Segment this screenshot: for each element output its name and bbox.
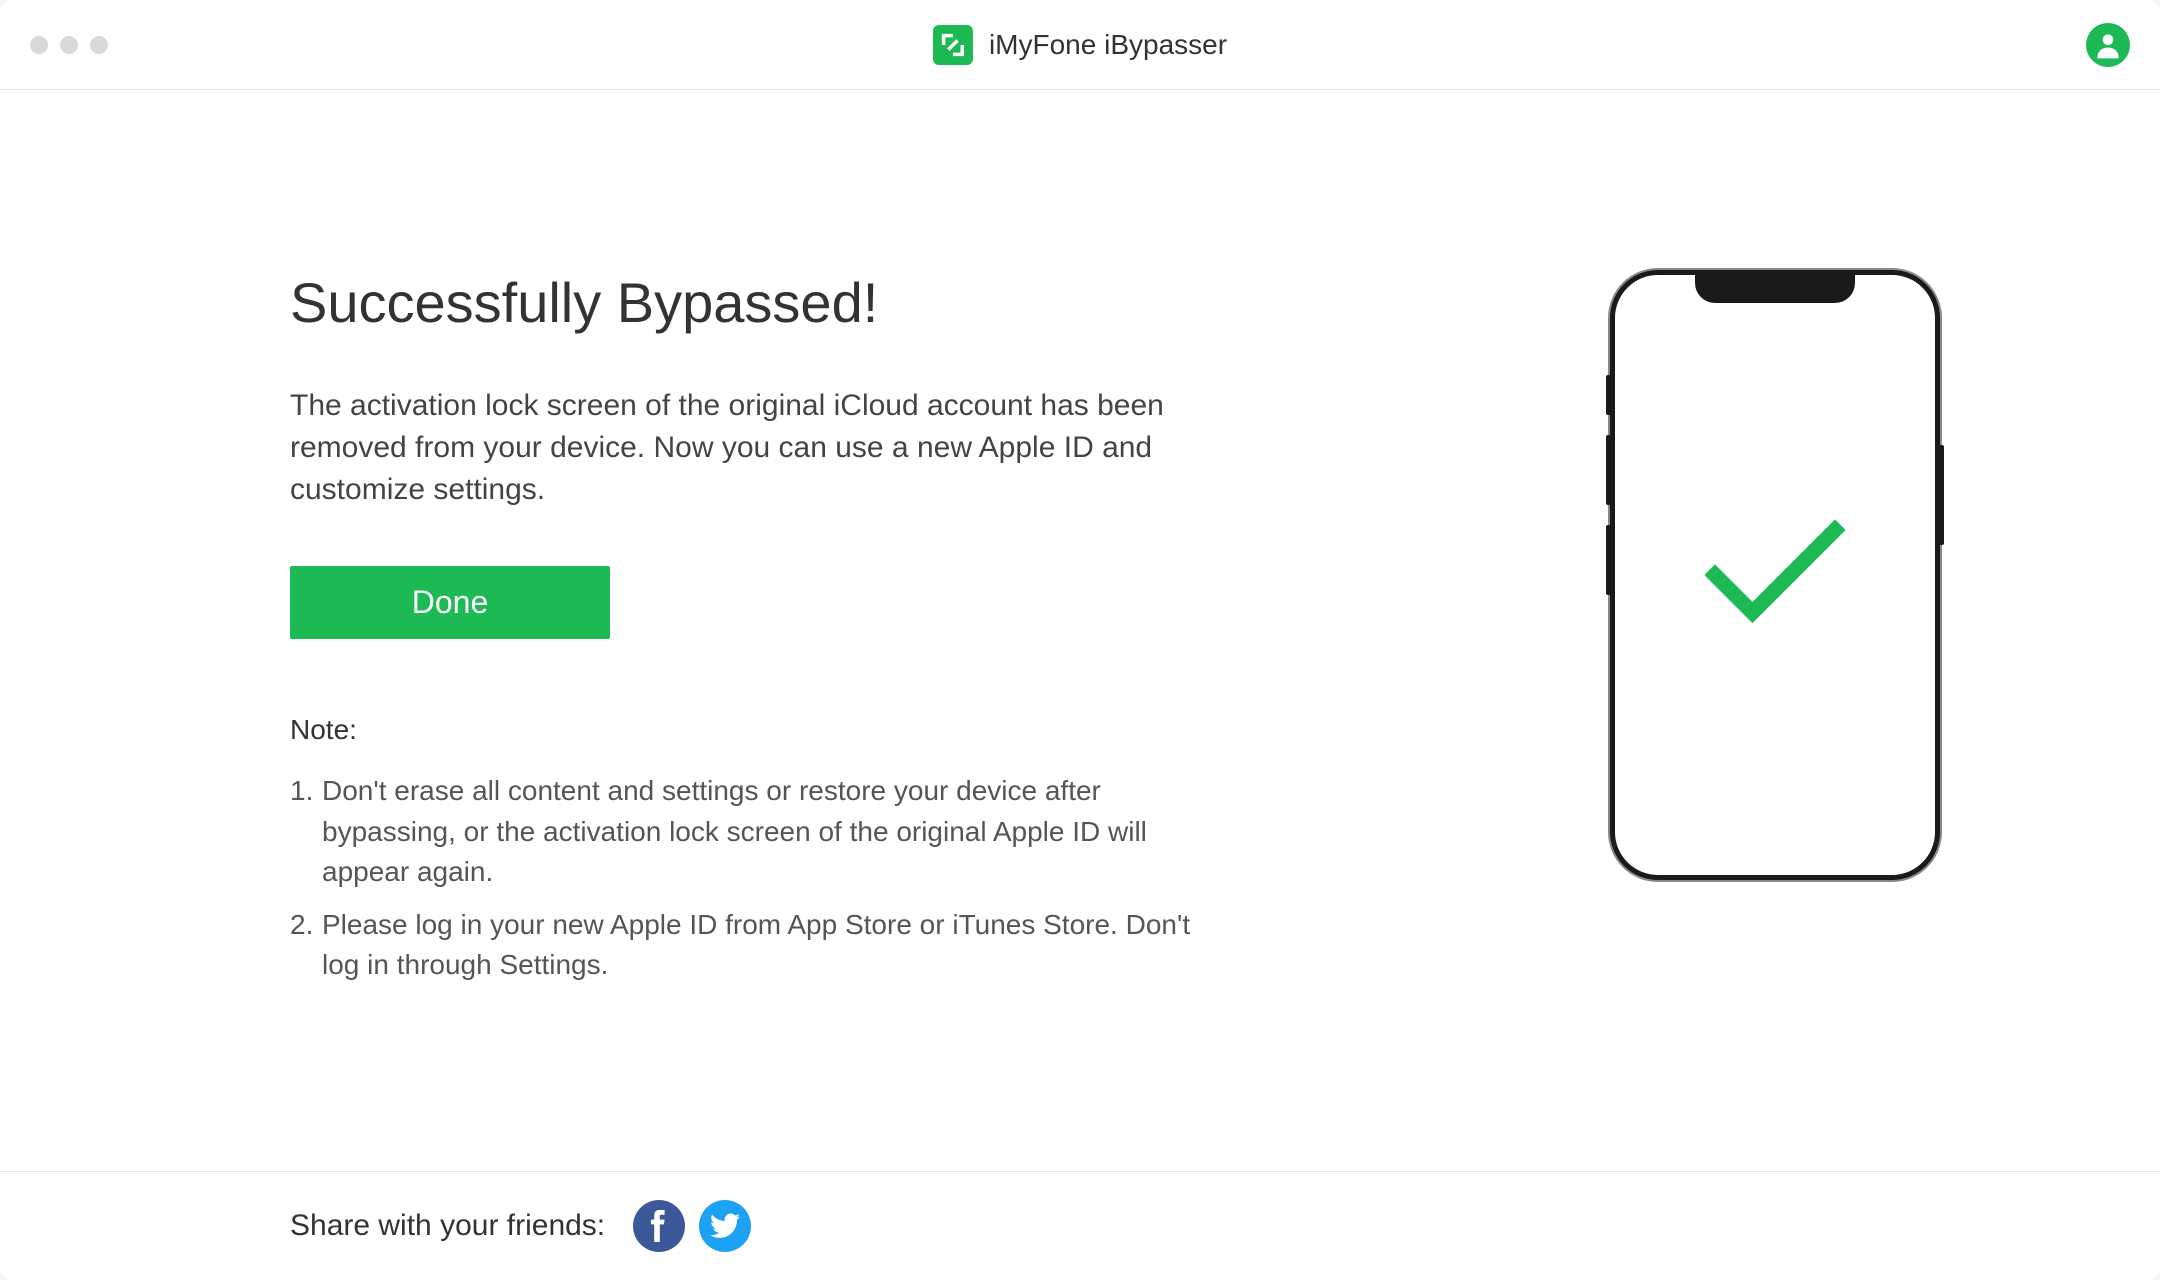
twitter-share-button[interactable]: [699, 1200, 751, 1252]
note-label: Note:: [290, 714, 1290, 746]
share-icons: [633, 1200, 751, 1252]
app-title: iMyFone iBypasser: [989, 29, 1227, 61]
left-section: Successfully Bypassed! The activation lo…: [290, 270, 1290, 1171]
phone-screen: [1615, 275, 1935, 875]
window-controls: [30, 36, 108, 54]
app-window: iMyFone iBypasser Successfully Bypassed!…: [0, 0, 2160, 1280]
app-logo-icon: [933, 25, 973, 65]
page-heading: Successfully Bypassed!: [290, 270, 1290, 335]
phone-side-button: [1606, 435, 1611, 505]
checkmark-icon: [1695, 515, 1855, 635]
share-label: Share with your friends:: [290, 1209, 605, 1243]
twitter-icon: [710, 1213, 740, 1239]
footer: Share with your friends:: [0, 1171, 2160, 1280]
close-window-button[interactable]: [30, 36, 48, 54]
phone-side-button: [1939, 445, 1944, 545]
phone-side-button: [1606, 375, 1611, 415]
note-item: Don't erase all content and settings or …: [290, 771, 1210, 893]
phone-mockup: [1610, 270, 1940, 880]
profile-button[interactable]: [2086, 23, 2130, 67]
minimize-window-button[interactable]: [60, 36, 78, 54]
phone-illustration: [1610, 270, 1940, 880]
note-section: Note: Don't erase all content and settin…: [290, 714, 1290, 986]
note-list: Don't erase all content and settings or …: [290, 771, 1290, 986]
phone-notch: [1695, 273, 1855, 303]
facebook-icon: [650, 1210, 668, 1242]
note-item: Please log in your new Apple ID from App…: [290, 905, 1210, 986]
description-text: The activation lock screen of the origin…: [290, 385, 1210, 511]
phone-side-button: [1606, 525, 1611, 595]
facebook-share-button[interactable]: [633, 1200, 685, 1252]
title-center: iMyFone iBypasser: [933, 25, 1227, 65]
main-content: Successfully Bypassed! The activation lo…: [0, 90, 2160, 1171]
titlebar: iMyFone iBypasser: [0, 0, 2160, 90]
done-button[interactable]: Done: [290, 566, 610, 639]
maximize-window-button[interactable]: [90, 36, 108, 54]
